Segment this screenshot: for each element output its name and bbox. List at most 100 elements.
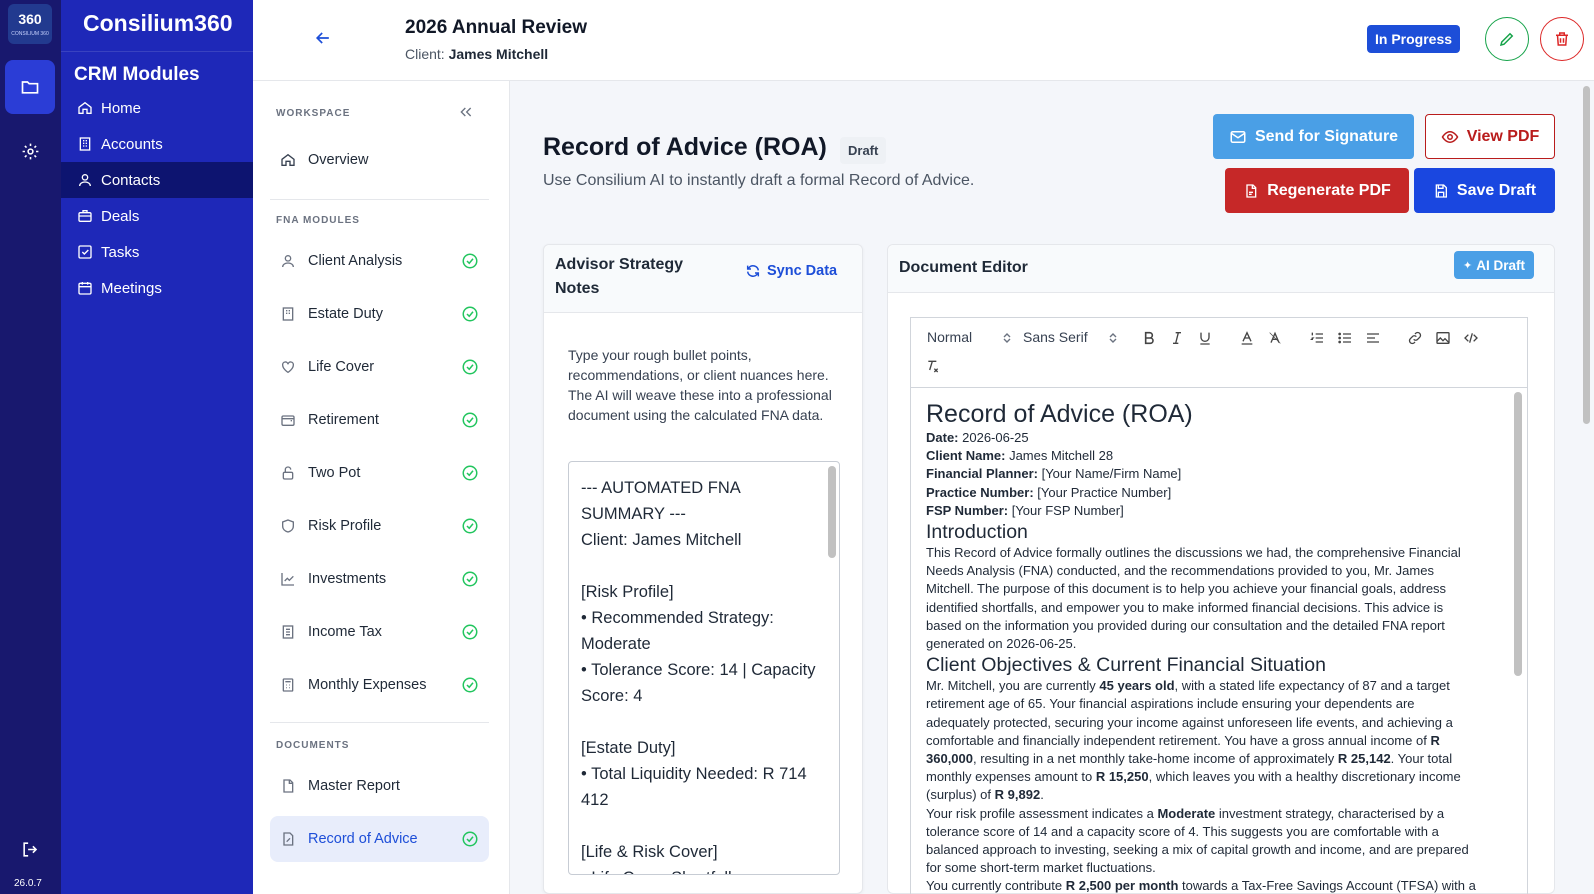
textarea-scrollbar[interactable] [828, 466, 836, 558]
check-circle-icon [462, 412, 478, 428]
bullet-list-icon[interactable] [1337, 330, 1353, 346]
notes-title: Advisor Strategy Notes [555, 256, 684, 297]
text-color-icon[interactable] [1239, 330, 1255, 346]
ws-item-retirement[interactable]: Retirement [270, 397, 489, 443]
doc-title: Record of Advice (ROA) [926, 400, 1193, 428]
doc-paragraph: You currently contribute R 2,500 per mon… [926, 878, 1476, 894]
ws-item-income-tax[interactable]: Income Tax [270, 609, 489, 655]
file-pdf-icon [1246, 183, 1257, 198]
icon-rail: 360 CONSILIUM 360 26.0.7 [0, 0, 61, 894]
logout-button[interactable] [5, 822, 55, 876]
chevrons-left-icon [460, 107, 472, 117]
crm-item-deals[interactable]: Deals [61, 198, 253, 234]
document-scrollbar[interactable] [1514, 392, 1522, 676]
delete-button[interactable] [1540, 17, 1584, 61]
documents-heading: DOCUMENTS [276, 740, 350, 751]
building-icon [79, 137, 91, 151]
edit-button[interactable] [1485, 17, 1529, 61]
image-icon[interactable] [1435, 330, 1451, 346]
clear-format-icon[interactable] [925, 358, 941, 374]
highlight-icon[interactable] [1267, 330, 1283, 346]
check-circle-icon [462, 465, 478, 481]
page-title: Record of Advice (ROA) [543, 133, 827, 161]
doc-heading: Introduction [926, 521, 1028, 544]
regenerate-pdf-button[interactable]: Regenerate PDF [1225, 168, 1409, 213]
ws-item-monthly-expenses[interactable]: Monthly Expenses [270, 662, 489, 708]
sync-data-button[interactable]: Sync Data [745, 263, 837, 279]
wallet-icon [281, 415, 295, 426]
lock-icon [282, 466, 294, 480]
settings-rail-button[interactable] [5, 124, 55, 178]
italic-icon[interactable] [1169, 330, 1185, 346]
doc-paragraph: This Record of Advice formally outlines … [926, 545, 1461, 652]
back-button[interactable] [313, 28, 333, 53]
ws-item-investments[interactable]: Investments [270, 556, 489, 602]
app-logo[interactable]: 360 CONSILIUM 360 [8, 4, 52, 44]
font-select[interactable]: Sans Serif [1023, 329, 1088, 345]
receipt-icon [282, 625, 294, 639]
workspace-sidebar: WORKSPACE Overview FNA MODULES Client An… [253, 81, 510, 894]
ws-item-two-pot[interactable]: Two Pot [270, 450, 489, 496]
ai-draft-button[interactable]: ✦ AI Draft [1454, 251, 1534, 279]
underline-icon[interactable] [1197, 330, 1213, 346]
ws-item-overview[interactable]: Overview [270, 137, 489, 183]
calendar-icon [78, 282, 92, 295]
page-header: 2026 Annual Review Client: James Mitchel… [253, 0, 1594, 81]
draft-badge: Draft [840, 137, 887, 164]
folder-rail-button[interactable] [5, 60, 55, 114]
notes-textarea[interactable]: --- AUTOMATED FNA SUMMARY --- Client: Ja… [568, 461, 840, 875]
status-badge: In Progress [1367, 25, 1461, 53]
page-subtitle: Use Consilium AI to instantly draft a fo… [543, 172, 975, 189]
gear-icon [22, 143, 38, 159]
app-version: 26.0.7 [14, 878, 42, 889]
check-circle-icon [462, 306, 478, 322]
doc-paragraph: Mr. Mitchell, you are currently 45 years… [926, 678, 1461, 803]
pencil-icon [1499, 32, 1514, 47]
shield-icon [282, 519, 294, 533]
check-square-icon [78, 245, 92, 259]
document-content[interactable]: Record of Advice (ROA) Date: 2026-06-25 … [910, 388, 1528, 894]
align-icon[interactable] [1365, 330, 1381, 346]
ws-item-risk-profile[interactable]: Risk Profile [270, 503, 489, 549]
collapse-sidebar-button[interactable] [458, 104, 474, 125]
bold-icon[interactable] [1141, 330, 1157, 346]
crm-item-home[interactable]: Home [61, 90, 253, 126]
code-icon[interactable] [1463, 330, 1479, 346]
ws-item-life-cover[interactable]: Life Cover [270, 344, 489, 390]
view-pdf-button[interactable]: View PDF [1425, 114, 1555, 159]
check-circle-icon [462, 831, 478, 847]
page-scrollbar[interactable] [1583, 86, 1590, 424]
doc-heading: Client Objectives & Current Financial Si… [926, 654, 1326, 677]
check-circle-icon [462, 253, 478, 269]
ws-item-estate-duty[interactable]: Estate Duty [270, 291, 489, 337]
select-caret-icon [1109, 333, 1117, 343]
heart-icon [282, 361, 294, 374]
save-draft-button[interactable]: Save Draft [1414, 168, 1555, 213]
fna-modules-heading: FNA MODULES [276, 215, 360, 226]
strategy-notes-panel: Advisor Strategy Notes Sync Data Type yo… [543, 244, 863, 894]
divider [270, 722, 489, 723]
heading-select[interactable]: Normal [927, 329, 972, 345]
sparkle-icon: ✦ [1463, 259, 1473, 272]
ws-item-master-report[interactable]: Master Report [270, 763, 489, 809]
send-for-signature-button[interactable]: Send for Signature [1213, 114, 1414, 159]
crm-item-accounts[interactable]: Accounts [61, 126, 253, 162]
doc-meta-line: Financial Planner: [Your Name/Firm Name] [926, 466, 1182, 482]
ws-item-record-of-advice[interactable]: Record of Advice [270, 816, 489, 862]
link-icon[interactable] [1407, 330, 1423, 346]
check-circle-icon [462, 677, 478, 693]
crm-item-contacts[interactable]: Contacts [61, 162, 253, 198]
save-icon [1435, 183, 1447, 198]
doc-meta-line: FSP Number: [Your FSP Number] [926, 502, 1124, 518]
check-circle-icon [462, 359, 478, 375]
ws-item-client-analysis[interactable]: Client Analysis [270, 238, 489, 284]
notes-help-text: Type your rough bullet points, recommend… [568, 347, 832, 423]
home-icon [281, 153, 295, 166]
logout-icon [22, 841, 37, 857]
client-line: Client: James Mitchell [405, 46, 549, 62]
crm-item-tasks[interactable]: Tasks [61, 234, 253, 270]
doc-meta-line: Client Name: James Mitchell 28 [926, 448, 1114, 464]
crm-item-meetings[interactable]: Meetings [61, 270, 253, 306]
calculator-icon [282, 678, 294, 692]
ordered-list-icon[interactable] [1309, 330, 1325, 346]
